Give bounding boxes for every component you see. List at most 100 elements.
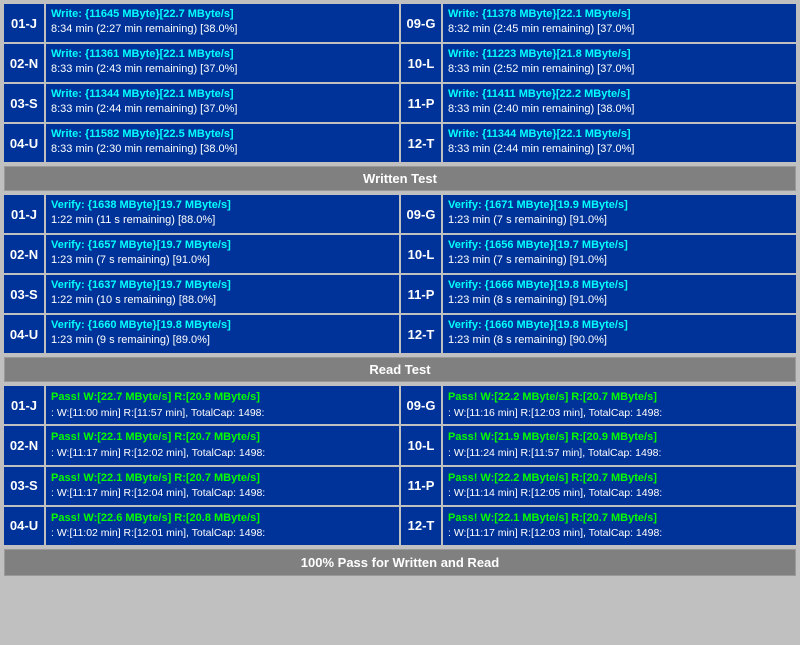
device-label-left: 02-N [4, 426, 44, 464]
cell-left-line2: 1:22 min (10 s remaining) [88.0%] [51, 293, 394, 308]
pass-sub-right: : W:[11:16 min] R:[12:03 min], TotalCap:… [448, 406, 791, 422]
pass-text-left: Pass! W:[22.1 MByte/s] R:[20.7 MByte/s] [51, 429, 394, 446]
cell-left: Verify: {1637 MByte}[19.7 MByte/s] 1:22 … [46, 275, 399, 313]
device-label-right: 09-G [401, 195, 441, 233]
write-row: 01-J Write: {11645 MByte}[22.7 MByte/s] … [4, 4, 796, 42]
device-label-right: 11-P [401, 84, 441, 122]
cell-left-line2: 8:33 min (2:44 min remaining) [37.0%] [51, 102, 394, 117]
pass-sub-left: : W:[11:17 min] R:[12:02 min], TotalCap:… [51, 446, 394, 462]
device-label-right: 12-T [401, 315, 441, 353]
pass-text-right: Pass! W:[21.9 MByte/s] R:[20.9 MByte/s] [448, 429, 791, 446]
written-test-header: Written Test [4, 166, 796, 191]
cell-right-line2: 1:23 min (8 s remaining) [91.0%] [448, 293, 791, 308]
cell-right: Write: {11344 MByte}[22.1 MByte/s] 8:33 … [443, 124, 796, 162]
device-label-left: 04-U [4, 124, 44, 162]
cell-left-line2: 8:33 min (2:43 min remaining) [37.0%] [51, 62, 394, 77]
cell-right-line2: 1:23 min (7 s remaining) [91.0%] [448, 213, 791, 228]
pass-text-left: Pass! W:[22.6 MByte/s] R:[20.8 MByte/s] [51, 510, 394, 527]
cell-left-line2: 1:23 min (9 s remaining) [89.0%] [51, 333, 394, 348]
write-row: 04-U Write: {11582 MByte}[22.5 MByte/s] … [4, 124, 796, 162]
pass-sub-left: : W:[11:00 min] R:[11:57 min], TotalCap:… [51, 406, 394, 422]
written-test-label: Written Test [363, 171, 437, 186]
device-label-right: 10-L [401, 44, 441, 82]
cell-right-line1: Verify: {1666 MByte}[19.8 MByte/s] [448, 278, 791, 293]
read-row: 03-S Pass! W:[22.1 MByte/s] R:[20.7 MByt… [4, 467, 796, 505]
device-label-right: 10-L [401, 426, 441, 464]
device-label-right: 11-P [401, 275, 441, 313]
cell-right-line1: Verify: {1660 MByte}[19.8 MByte/s] [448, 318, 791, 333]
cell-right-line2: 8:32 min (2:45 min remaining) [37.0%] [448, 22, 791, 37]
pass-cell-left: Pass! W:[22.7 MByte/s] R:[20.9 MByte/s] … [46, 386, 399, 424]
device-label-left: 03-S [4, 84, 44, 122]
device-label-right: 11-P [401, 467, 441, 505]
write-row: 02-N Write: {11361 MByte}[22.1 MByte/s] … [4, 44, 796, 82]
cell-left: Write: {11582 MByte}[22.5 MByte/s] 8:33 … [46, 124, 399, 162]
verify-rows: 01-J Verify: {1638 MByte}[19.7 MByte/s] … [4, 195, 796, 353]
cell-right-line2: 8:33 min (2:52 min remaining) [37.0%] [448, 62, 791, 77]
read-test-label: Read Test [369, 362, 430, 377]
cell-left-line1: Verify: {1657 MByte}[19.7 MByte/s] [51, 238, 394, 253]
cell-right: Verify: {1660 MByte}[19.8 MByte/s] 1:23 … [443, 315, 796, 353]
cell-right-line2: 1:23 min (8 s remaining) [90.0%] [448, 333, 791, 348]
cell-right: Write: {11411 MByte}[22.2 MByte/s] 8:33 … [443, 84, 796, 122]
device-label-right: 12-T [401, 507, 441, 545]
pass-sub-left: : W:[11:17 min] R:[12:04 min], TotalCap:… [51, 486, 394, 502]
main-container: 01-J Write: {11645 MByte}[22.7 MByte/s] … [0, 0, 800, 580]
cell-right-line1: Write: {11344 MByte}[22.1 MByte/s] [448, 127, 791, 142]
device-label-left: 01-J [4, 195, 44, 233]
pass-cell-left: Pass! W:[22.1 MByte/s] R:[20.7 MByte/s] … [46, 426, 399, 464]
write-rows: 01-J Write: {11645 MByte}[22.7 MByte/s] … [4, 4, 796, 162]
cell-left-line2: 8:34 min (2:27 min remaining) [38.0%] [51, 22, 394, 37]
cell-left: Write: {11645 MByte}[22.7 MByte/s] 8:34 … [46, 4, 399, 42]
device-label-left: 01-J [4, 386, 44, 424]
pass-sub-right: : W:[11:24 min] R:[11:57 min], TotalCap:… [448, 446, 791, 462]
device-label-left: 02-N [4, 44, 44, 82]
cell-right-line1: Verify: {1656 MByte}[19.7 MByte/s] [448, 238, 791, 253]
cell-left-line1: Write: {11344 MByte}[22.1 MByte/s] [51, 87, 394, 102]
read-row: 04-U Pass! W:[22.6 MByte/s] R:[20.8 MByt… [4, 507, 796, 545]
read-rows: 01-J Pass! W:[22.7 MByte/s] R:[20.9 MByt… [4, 386, 796, 545]
cell-right-line1: Write: {11223 MByte}[21.8 MByte/s] [448, 47, 791, 62]
cell-left-line1: Write: {11582 MByte}[22.5 MByte/s] [51, 127, 394, 142]
footer-bar: 100% Pass for Written and Read [4, 549, 796, 576]
cell-right-line1: Write: {11378 MByte}[22.1 MByte/s] [448, 7, 791, 22]
device-label-right: 10-L [401, 235, 441, 273]
cell-right-line1: Write: {11411 MByte}[22.2 MByte/s] [448, 87, 791, 102]
pass-text-right: Pass! W:[22.1 MByte/s] R:[20.7 MByte/s] [448, 510, 791, 527]
pass-sub-right: : W:[11:14 min] R:[12:05 min], TotalCap:… [448, 486, 791, 502]
cell-right: Verify: {1671 MByte}[19.9 MByte/s] 1:23 … [443, 195, 796, 233]
verify-row: 02-N Verify: {1657 MByte}[19.7 MByte/s] … [4, 235, 796, 273]
device-label-left: 04-U [4, 315, 44, 353]
footer-text: 100% Pass for Written and Read [301, 555, 499, 570]
pass-text-right: Pass! W:[22.2 MByte/s] R:[20.7 MByte/s] [448, 389, 791, 406]
pass-sub-right: : W:[11:17 min] R:[12:03 min], TotalCap:… [448, 526, 791, 542]
read-test-section: 01-J Pass! W:[22.7 MByte/s] R:[20.9 MByt… [4, 386, 796, 545]
cell-left: Write: {11361 MByte}[22.1 MByte/s] 8:33 … [46, 44, 399, 82]
cell-left-line1: Verify: {1638 MByte}[19.7 MByte/s] [51, 198, 394, 213]
cell-left-line2: 1:23 min (7 s remaining) [91.0%] [51, 253, 394, 268]
verify-row: 01-J Verify: {1638 MByte}[19.7 MByte/s] … [4, 195, 796, 233]
cell-right: Verify: {1656 MByte}[19.7 MByte/s] 1:23 … [443, 235, 796, 273]
device-label-left: 03-S [4, 275, 44, 313]
pass-text-right: Pass! W:[22.2 MByte/s] R:[20.7 MByte/s] [448, 470, 791, 487]
device-label-left: 02-N [4, 235, 44, 273]
cell-left: Write: {11344 MByte}[22.1 MByte/s] 8:33 … [46, 84, 399, 122]
cell-left-line1: Verify: {1660 MByte}[19.8 MByte/s] [51, 318, 394, 333]
cell-right: Write: {11378 MByte}[22.1 MByte/s] 8:32 … [443, 4, 796, 42]
pass-cell-right: Pass! W:[22.2 MByte/s] R:[20.7 MByte/s] … [443, 467, 796, 505]
read-row: 02-N Pass! W:[22.1 MByte/s] R:[20.7 MByt… [4, 426, 796, 464]
device-label-right: 09-G [401, 4, 441, 42]
pass-cell-left: Pass! W:[22.1 MByte/s] R:[20.7 MByte/s] … [46, 467, 399, 505]
cell-left-line1: Write: {11361 MByte}[22.1 MByte/s] [51, 47, 394, 62]
cell-left: Verify: {1657 MByte}[19.7 MByte/s] 1:23 … [46, 235, 399, 273]
pass-cell-right: Pass! W:[22.1 MByte/s] R:[20.7 MByte/s] … [443, 507, 796, 545]
cell-left-line2: 8:33 min (2:30 min remaining) [38.0%] [51, 142, 394, 157]
write-test-section: 01-J Write: {11645 MByte}[22.7 MByte/s] … [4, 4, 796, 191]
cell-right-line2: 1:23 min (7 s remaining) [91.0%] [448, 253, 791, 268]
cell-right: Write: {11223 MByte}[21.8 MByte/s] 8:33 … [443, 44, 796, 82]
device-label-left: 03-S [4, 467, 44, 505]
device-label-right: 09-G [401, 386, 441, 424]
pass-cell-right: Pass! W:[22.2 MByte/s] R:[20.7 MByte/s] … [443, 386, 796, 424]
pass-sub-left: : W:[11:02 min] R:[12:01 min], TotalCap:… [51, 526, 394, 542]
read-test-header: Read Test [4, 357, 796, 382]
